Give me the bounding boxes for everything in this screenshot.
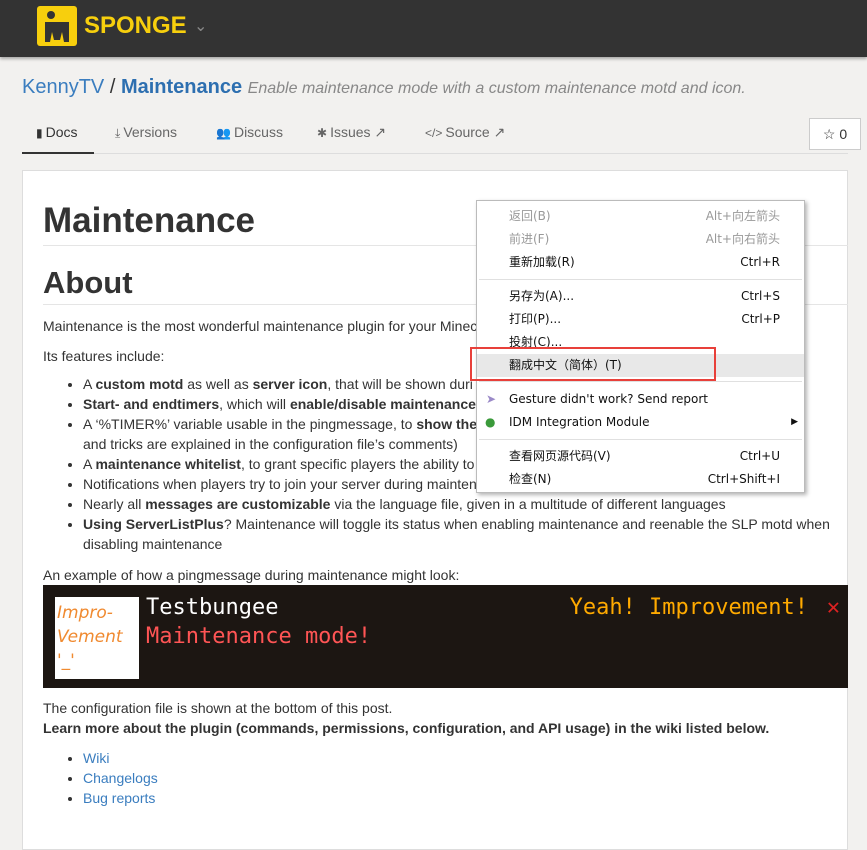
about-heading: About xyxy=(43,265,133,300)
menu-item-view-source[interactable]: 查看网页源代码(V) Ctrl+U xyxy=(477,445,804,468)
learn-more-text: Learn more about the plugin (commands, p… xyxy=(43,720,770,736)
brand-name[interactable]: SPONGE xyxy=(84,12,187,40)
project-link[interactable]: Maintenance xyxy=(121,76,242,98)
owner-link[interactable]: KennyTV xyxy=(22,76,104,98)
star-icon: ☆ xyxy=(822,126,836,142)
features-intro: Its features include: xyxy=(43,348,165,364)
book-icon: ▮ xyxy=(36,126,43,140)
menu-item-print[interactable]: 打印(P)... Ctrl+P xyxy=(477,308,804,331)
tab-versions[interactable]: ⤓ Versions xyxy=(115,124,177,141)
server-icon: Impro- Vement '_' xyxy=(55,597,139,679)
cursor-icon: ➤ xyxy=(486,392,497,406)
links-list: Wiki Changelogs Bug reports xyxy=(83,748,833,808)
menu-item-idm[interactable]: ● IDM Integration Module ▶ xyxy=(477,411,804,434)
users-icon: 👥 xyxy=(216,126,231,140)
menu-item-forward[interactable]: 前进(F) Alt+向右箭头 xyxy=(477,228,804,251)
project-description: Enable maintenance mode with a custom ma… xyxy=(247,80,746,97)
no-connection-icon: ✕ xyxy=(826,595,840,620)
highlight-annotation-box xyxy=(470,347,716,381)
server-motd: Maintenance mode! xyxy=(146,624,372,649)
tab-discuss[interactable]: 👥 Discuss xyxy=(216,124,283,140)
download-icon: ⤓ xyxy=(115,126,121,140)
menu-item-inspect[interactable]: 检查(N) Ctrl+Shift+I xyxy=(477,468,804,491)
list-item: Using ServerListPlus? Maintenance will t… xyxy=(83,514,833,554)
idm-globe-icon: ● xyxy=(485,415,496,429)
sponge-logo[interactable] xyxy=(37,6,77,46)
changelogs-link[interactable]: Changelogs xyxy=(83,770,158,786)
server-name: Testbungee xyxy=(146,595,279,620)
pingmessage-example-image: Impro- Vement '_' Testbungee Maintenance… xyxy=(43,585,848,688)
code-icon: </> xyxy=(425,126,443,140)
tab-docs[interactable]: ▮ Docs xyxy=(22,124,94,154)
menu-separator xyxy=(479,279,802,280)
menu-item-gesture-report[interactable]: ➤ Gesture didn't work? Send report xyxy=(477,388,804,411)
example-intro: An example of how a pingmessage during m… xyxy=(43,567,460,583)
menu-item-reload[interactable]: 重新加载(R) Ctrl+R xyxy=(477,251,804,274)
project-tabs: ▮ Docs ⤓ Versions 👥 Discuss ✱ Issues ↗ </> So… xyxy=(22,116,848,154)
menu-item-save-as[interactable]: 另存为(A)... Ctrl+S xyxy=(477,285,804,308)
menu-item-back[interactable]: 返回(B) Alt+向左箭头 xyxy=(477,205,804,228)
tab-source[interactable]: </> Source ↗ xyxy=(425,124,505,141)
page-title: Maintenance xyxy=(43,201,255,240)
breadcrumb: KennyTV / Maintenance Enable maintenance… xyxy=(22,76,746,98)
version-text: Yeah! Improvement! xyxy=(569,595,808,620)
intro-text: Maintenance is the most wonderful mainte… xyxy=(43,318,478,334)
menu-separator xyxy=(479,439,802,440)
external-link-icon: ↗ xyxy=(493,124,506,140)
bug-icon: ✱ xyxy=(317,126,328,140)
submenu-arrow-icon: ▶ xyxy=(791,417,798,427)
bug-reports-link[interactable]: Bug reports xyxy=(83,790,155,806)
list-item: Nearly all messages are customizable via… xyxy=(83,494,833,514)
top-navbar: SPONGE ⌄ xyxy=(0,0,867,57)
wiki-link[interactable]: Wiki xyxy=(83,750,109,766)
config-note: The configuration file is shown at the b… xyxy=(43,700,393,716)
external-link-icon: ↗ xyxy=(374,124,387,140)
tab-issues[interactable]: ✱ Issues ↗ xyxy=(317,124,386,141)
menu-separator xyxy=(479,381,802,382)
chevron-down-icon[interactable]: ⌄ xyxy=(194,16,207,36)
star-button[interactable]: ☆ 0 xyxy=(809,118,861,150)
